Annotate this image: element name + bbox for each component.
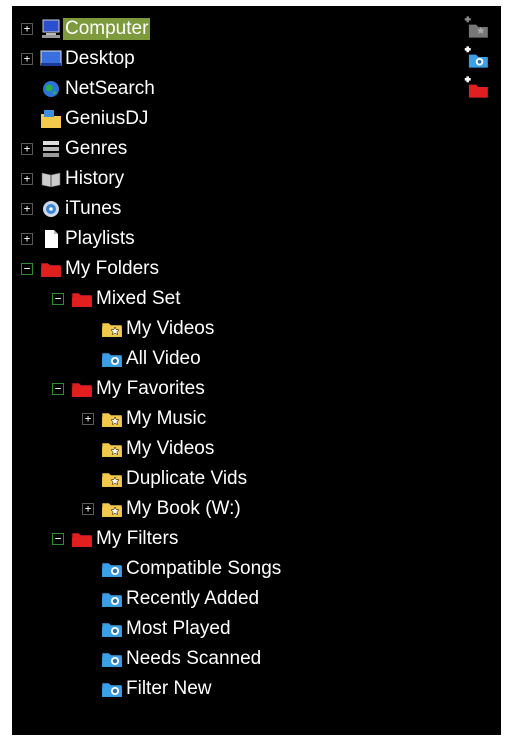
tree-item-label: All Video [126,348,201,369]
itunes-icon [40,198,62,220]
tree-item-label: My Favorites [96,378,205,399]
collapse-toggle[interactable]: − [21,263,33,275]
red-folder-icon [71,288,93,310]
tree-item[interactable]: NetSearch [12,74,432,104]
tree-item[interactable]: GeniusDJ [12,104,432,134]
tree-item[interactable]: Filter New [12,674,432,704]
tree-item-label: Filter New [126,678,212,699]
add-star-folder-icon [463,14,489,40]
tree-item-label: My Book (W:) [126,498,241,519]
tree-item[interactable]: Recently Added [12,584,432,614]
expand-toggle[interactable]: + [21,53,33,65]
expand-toggle[interactable]: + [21,143,33,155]
add-star-folder-button[interactable] [463,14,493,44]
tree-item[interactable]: Needs Scanned [12,644,432,674]
playlist-icon [40,228,62,250]
tree-item-label: My Folders [65,258,159,279]
add-red-folder-button[interactable] [463,74,493,104]
tree-item[interactable]: − My Filters [12,524,432,554]
tree-item[interactable]: + My Music [12,404,432,434]
expand-toggle[interactable]: + [82,413,94,425]
tree-item[interactable]: + iTunes [12,194,432,224]
expand-toggle[interactable]: + [21,203,33,215]
tree-item[interactable]: Most Played [12,614,432,644]
tree-item-label: Mixed Set [96,288,181,309]
filter-folder-icon [101,678,123,700]
tree-item-label: My Filters [96,528,179,549]
library-tree: + Computer + Desktop NetSearch GeniusDJ + Genre… [12,14,432,704]
tree-item[interactable]: − Mixed Set [12,284,432,314]
tree-item-label: Most Played [126,618,231,639]
tree-item-label: GeniusDJ [65,108,149,129]
filter-folder-icon [101,618,123,640]
add-filter-folder-icon [463,44,489,70]
filter-folder-icon [101,558,123,580]
tree-item[interactable]: + Playlists [12,224,432,254]
star-folder-icon [101,318,123,340]
tree-item-label: Playlists [65,228,135,249]
genres-icon [40,138,62,160]
tree-toolbar [463,14,495,104]
tree-item-label: My Music [126,408,207,429]
computer-icon [40,18,62,40]
tree-item[interactable]: + Genres [12,134,432,164]
tree-item[interactable]: + My Book (W:) [12,494,432,524]
red-folder-icon [71,378,93,400]
expand-toggle[interactable]: + [82,503,94,515]
tree-item[interactable]: + Computer [12,14,432,44]
star-folder-icon [101,468,123,490]
collapse-toggle[interactable]: − [52,293,64,305]
filter-folder-icon [101,348,123,370]
star-folder-icon [101,438,123,460]
tree-item[interactable]: − My Favorites [12,374,432,404]
tree-item-label: History [65,168,125,189]
red-folder-icon [71,528,93,550]
library-tree-panel: + Computer + Desktop NetSearch GeniusDJ + Genre… [12,6,501,735]
red-folder-icon [40,258,62,280]
expand-toggle[interactable]: + [21,173,33,185]
collapse-toggle[interactable]: − [52,533,64,545]
collapse-toggle[interactable]: − [52,383,64,395]
filter-folder-icon [101,588,123,610]
tree-item-label: NetSearch [65,78,155,99]
tree-item-label: My Videos [126,438,215,459]
history-icon [40,168,62,190]
tree-item-label: Needs Scanned [126,648,262,669]
star-folder-icon [101,408,123,430]
tree-item[interactable]: All Video [12,344,432,374]
desktop-icon [40,48,62,70]
genius-folder-icon [40,108,62,130]
tree-item[interactable]: − My Folders [12,254,432,284]
star-folder-icon [101,498,123,520]
tree-item[interactable]: My Videos [12,434,432,464]
tree-item-label: iTunes [65,198,122,219]
tree-item[interactable]: Compatible Songs [12,554,432,584]
globe-icon [40,78,62,100]
tree-item-label: Genres [65,138,128,159]
tree-item[interactable]: + History [12,164,432,194]
expand-toggle[interactable]: + [21,233,33,245]
add-filter-folder-button[interactable] [463,44,493,74]
filter-folder-icon [101,648,123,670]
tree-item-label: Computer [63,18,151,40]
tree-item-label: My Videos [126,318,215,339]
add-red-folder-icon [463,74,489,100]
tree-item[interactable]: My Videos [12,314,432,344]
tree-item-label: Desktop [65,48,135,69]
tree-item-label: Compatible Songs [126,558,282,579]
expand-toggle[interactable]: + [21,23,33,35]
tree-item[interactable]: + Desktop [12,44,432,74]
tree-item-label: Duplicate Vids [126,468,248,489]
tree-item[interactable]: Duplicate Vids [12,464,432,494]
tree-item-label: Recently Added [126,588,260,609]
